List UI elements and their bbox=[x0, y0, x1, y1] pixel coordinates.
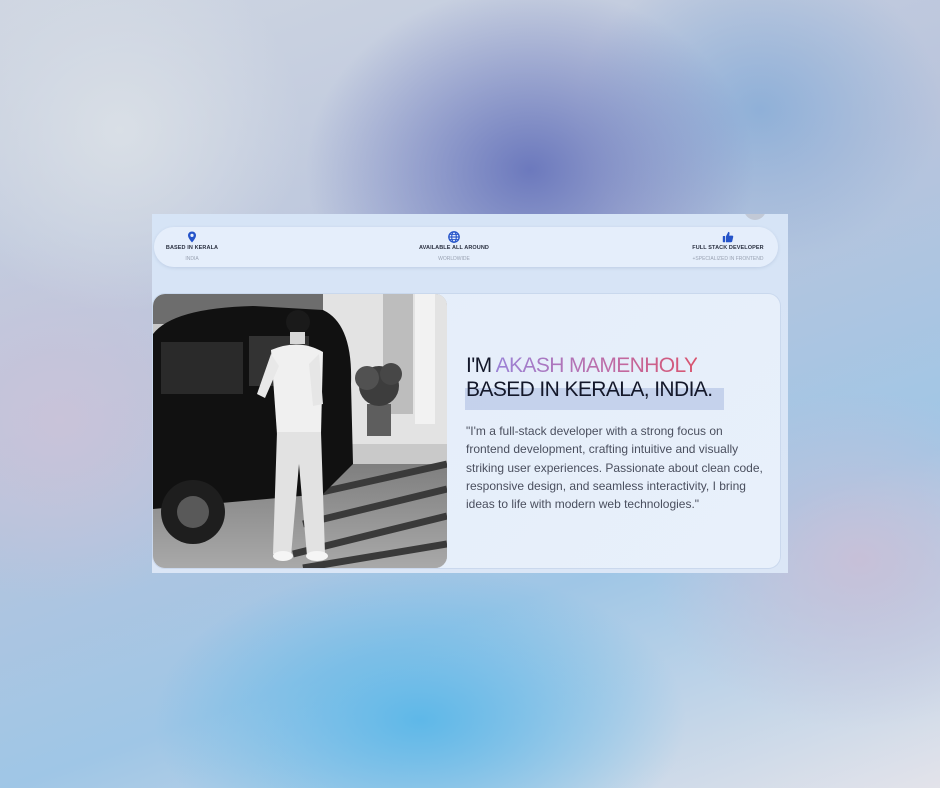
role-subtitle: +SPECIALIZED IN FRONTEND bbox=[692, 256, 764, 262]
thumbs-up-icon bbox=[722, 231, 734, 243]
location-subtitle: INDIA bbox=[185, 256, 199, 262]
profile-photo bbox=[153, 294, 447, 568]
profile-photo-illustration bbox=[153, 294, 447, 568]
globe-icon bbox=[448, 231, 460, 243]
headline-prefix: I'M bbox=[466, 354, 496, 377]
corner-decoration bbox=[744, 214, 766, 220]
headline-location: BASED IN KERALA, INDIA. bbox=[466, 378, 713, 401]
info-bar: BASED IN KERALA INDIA AVAILABLE ALL AROU… bbox=[154, 227, 778, 267]
portfolio-section: BASED IN KERALA INDIA AVAILABLE ALL AROU… bbox=[152, 214, 788, 573]
role-title: FULL STACK DEVELOPER bbox=[692, 245, 764, 251]
info-role: FULL STACK DEVELOPER +SPECIALIZED IN FRO… bbox=[688, 231, 768, 262]
hero-headline: I'M AKASH MAMENHOLY BASED IN KERALA, IND… bbox=[466, 354, 713, 402]
info-availability: AVAILABLE ALL AROUND WORLDWIDE bbox=[412, 231, 496, 262]
headline-name: AKASH MAMENHOLY bbox=[495, 354, 698, 377]
availability-subtitle: WORLDWIDE bbox=[438, 256, 470, 262]
bio-text: "I'm a full-stack developer with a stron… bbox=[466, 424, 763, 512]
location-title: BASED IN KERALA bbox=[165, 245, 219, 251]
info-location: BASED IN KERALA INDIA bbox=[164, 231, 220, 262]
availability-title: AVAILABLE ALL AROUND bbox=[418, 245, 490, 251]
hero-card: I'M AKASH MAMENHOLY BASED IN KERALA, IND… bbox=[153, 294, 780, 568]
location-pin-icon bbox=[188, 231, 196, 243]
